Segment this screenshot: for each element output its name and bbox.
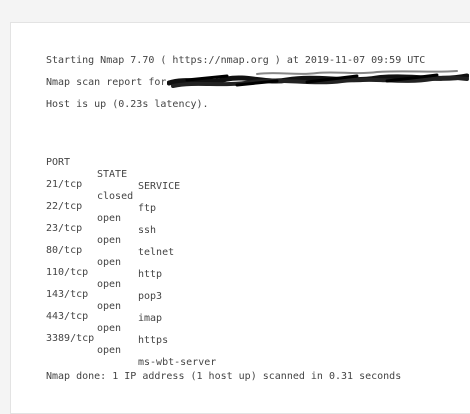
page-background: Starting Nmap 7.70 ( https://nmap.org ) … (0, 0, 470, 414)
table-row: 3389/tcp open ms-wbt-server (0, 321, 470, 368)
table-row: 23/tcp open telnet (0, 211, 470, 258)
state-cell: open (97, 345, 122, 356)
redaction-scribble (167, 70, 469, 88)
nmap-start-line: Starting Nmap 7.70 ( https://nmap.org ) … (46, 55, 426, 66)
table-row: 443/tcp open https (0, 299, 470, 346)
nmap-report-line: Nmap scan report for (46, 77, 167, 88)
host-status-line: Host is up (0.23s latency). (46, 99, 209, 110)
table-row: 22/tcp open ssh (0, 189, 470, 236)
table-row: 21/tcp closed ftp (0, 167, 470, 214)
table-row: 143/tcp open imap (0, 277, 470, 324)
service-cell: ms-wbt-server (138, 357, 217, 368)
port-table-header: PORT STATE SERVICE (0, 145, 470, 192)
table-row: 110/tcp open pop3 (0, 255, 470, 302)
service-cell: https (138, 335, 169, 346)
port-cell: 3389/tcp (46, 333, 95, 344)
nmap-done-line: Nmap done: 1 IP address (1 host up) scan… (46, 371, 402, 382)
table-row: 80/tcp open http (0, 233, 470, 280)
